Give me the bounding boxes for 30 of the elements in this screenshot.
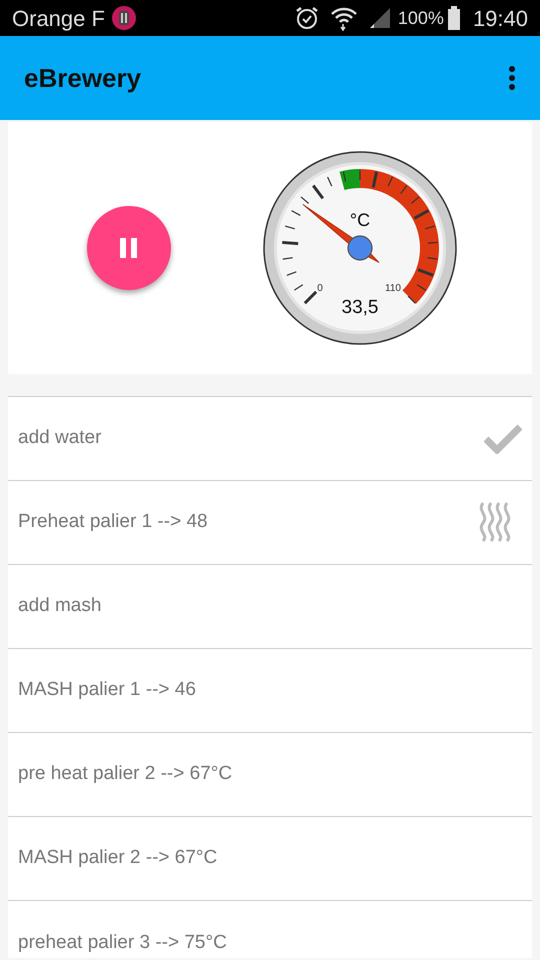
gauge-max-label: 110 — [385, 283, 401, 294]
app-title: eBrewery — [24, 62, 142, 94]
overflow-menu-button[interactable] — [508, 65, 516, 91]
step-label: add mash — [18, 594, 102, 618]
step-item[interactable]: add water — [8, 397, 532, 481]
step-item[interactable]: preheat palier 3 --> 75°C — [8, 901, 532, 958]
pause-button[interactable] — [87, 206, 171, 290]
gauge-unit: °C — [350, 210, 370, 230]
step-item[interactable]: pre heat palier 2 --> 67°C — [8, 733, 532, 817]
step-label: add water — [18, 426, 102, 450]
carrier-name: Orange F — [12, 4, 105, 33]
step-label: Preheat palier 1 --> 48 — [18, 510, 208, 534]
battery-percent: 100% — [398, 6, 444, 30]
alarm-icon — [294, 5, 320, 31]
step-label: preheat palier 3 --> 75°C — [18, 930, 227, 954]
gauge-min-label: 0 — [317, 283, 323, 294]
step-item[interactable]: MASH palier 2 --> 67°C — [8, 817, 532, 901]
pause-icon — [119, 237, 139, 259]
signal-icon — [368, 6, 392, 30]
step-item[interactable]: Preheat palier 1 --> 48 — [8, 481, 532, 565]
wifi-icon — [330, 5, 358, 31]
battery-icon — [446, 6, 461, 30]
step-label: MASH palier 2 --> 67°C — [18, 846, 218, 870]
step-item[interactable]: MASH palier 1 --> 46 — [8, 649, 532, 733]
gauge-reading: 33,5 — [342, 297, 378, 318]
clock-time: 19:40 — [472, 4, 528, 32]
notification-icon — [110, 5, 137, 31]
step-item[interactable]: add mash — [8, 565, 532, 649]
step-label: pre heat palier 2 --> 67°C — [18, 762, 232, 786]
step-label: MASH palier 1 --> 46 — [18, 678, 196, 702]
